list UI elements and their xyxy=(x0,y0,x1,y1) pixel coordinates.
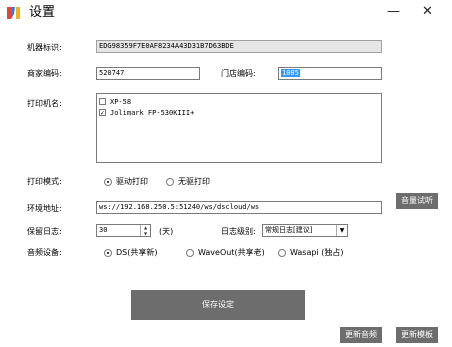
store-code-label: 门店编码: xyxy=(221,69,256,78)
audio-device-wasapi-label: Wasapi (独占) xyxy=(290,248,344,257)
chevron-down-icon[interactable]: ▼ xyxy=(336,225,347,236)
merchant-code-input[interactable]: 520747 xyxy=(96,67,200,80)
log-keep-unit: (天) xyxy=(159,227,174,236)
close-button[interactable]: ✕ xyxy=(422,5,433,19)
env-url-input[interactable]: ws://192.168.250.5:51240/ws/dscloud/ws xyxy=(96,201,382,214)
update-audio-button[interactable]: 更新音频 xyxy=(340,327,382,343)
radio-button[interactable] xyxy=(104,248,112,257)
merchant-code-label: 商家编码: xyxy=(27,69,62,78)
print-mode-driverless-option[interactable]: 无驱打印 xyxy=(166,176,210,187)
window-title: 设置 xyxy=(29,5,56,20)
log-level-label: 日志级别: xyxy=(221,227,256,236)
stepper-arrows[interactable]: ▲ ▼ xyxy=(140,225,150,236)
printer-list[interactable]: XP-58 ✓ Jolimark FP-530KIII+ xyxy=(96,93,382,163)
log-level-value: 常规日志[建议] xyxy=(265,226,313,234)
env-url-label: 环境地址: xyxy=(27,204,62,213)
printer-item[interactable]: XP-58 xyxy=(97,96,381,107)
audio-device-wasapi-option[interactable]: Wasapi (独占) xyxy=(278,247,343,258)
printer-label: 打印机名: xyxy=(27,99,62,108)
log-keep-value: 30 xyxy=(99,226,108,234)
audio-device-label: 音频设备: xyxy=(27,248,62,257)
store-code-value: 1005 xyxy=(281,69,300,77)
radio-button[interactable] xyxy=(278,248,286,257)
radio-button[interactable] xyxy=(104,177,112,186)
print-mode-label: 打印模式: xyxy=(27,177,62,186)
log-level-select[interactable]: 常规日志[建议] ▼ xyxy=(262,224,348,237)
printer-name: Jolimark FP-530KIII+ xyxy=(110,108,195,117)
audio-device-waveout-option[interactable]: WaveOut(共享老) xyxy=(186,247,265,258)
printer-checkbox[interactable]: ✓ xyxy=(99,109,106,117)
printer-name: XP-58 xyxy=(110,97,132,106)
printer-item[interactable]: ✓ Jolimark FP-530KIII+ xyxy=(97,107,381,118)
radio-button[interactable] xyxy=(186,248,194,257)
store-code-input[interactable]: 1005 xyxy=(278,67,382,80)
print-mode-driver-option[interactable]: 驱动打印 xyxy=(104,176,148,187)
print-mode-driver-label: 驱动打印 xyxy=(116,177,148,186)
machine-id-field[interactable]: EDG98359F7E0AF8234A43D31B7D63BDE xyxy=(96,40,382,53)
down-arrow-icon[interactable]: ▼ xyxy=(141,231,150,237)
minimize-button[interactable]: — xyxy=(387,5,400,19)
log-keep-stepper[interactable]: 30 ▲ ▼ xyxy=(96,224,151,237)
volume-test-button[interactable]: 音量试听 xyxy=(396,193,438,209)
app-logo xyxy=(7,7,20,19)
audio-device-waveout-label: WaveOut(共享老) xyxy=(198,248,265,257)
machine-id-label: 机器标识: xyxy=(27,43,62,52)
log-keep-label: 保留日志: xyxy=(27,227,62,236)
update-template-button[interactable]: 更新模板 xyxy=(396,327,438,343)
audio-device-ds-option[interactable]: DS(共享新) xyxy=(104,247,157,258)
save-settings-button[interactable]: 保存设定 xyxy=(131,290,305,320)
printer-checkbox[interactable] xyxy=(99,98,106,105)
print-mode-driverless-label: 无驱打印 xyxy=(178,177,210,186)
audio-device-ds-label: DS(共享新) xyxy=(116,248,158,257)
radio-button[interactable] xyxy=(166,177,174,186)
